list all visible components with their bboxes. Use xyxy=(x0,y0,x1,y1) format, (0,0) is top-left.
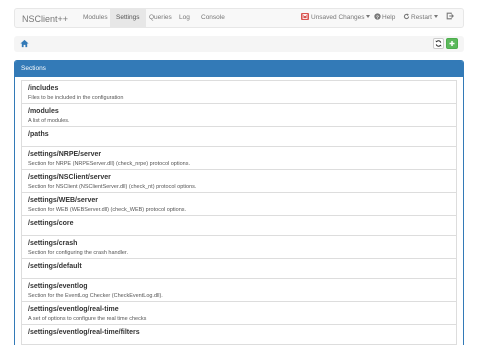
item-description: A list of modules. xyxy=(28,118,70,124)
item-title: /settings/crash xyxy=(28,240,78,247)
restart-menu[interactable]: Restart xyxy=(403,9,438,27)
item-title: /modules xyxy=(28,108,59,115)
item-description: A set of options to configure the real t… xyxy=(28,316,147,322)
list-item[interactable]: /settings/eventlog/real-time/filters xyxy=(21,324,457,345)
list-item[interactable]: /modules A list of modules. xyxy=(21,103,457,127)
home-icon[interactable] xyxy=(20,39,29,48)
item-description: Section for WEB (WEBServer.dll) (check_W… xyxy=(28,207,187,213)
add-section-button[interactable] xyxy=(446,38,458,49)
item-title: /settings/eventlog xyxy=(28,283,88,290)
brand-link[interactable]: NSClient++ xyxy=(22,14,68,24)
list-item[interactable]: /settings/eventlog Section for the Event… xyxy=(21,278,457,302)
item-title: /settings/eventlog/real-time xyxy=(28,306,119,313)
nav-modules[interactable]: Modules xyxy=(77,9,114,27)
refresh-icon xyxy=(435,40,442,47)
chevron-down-icon xyxy=(433,15,438,18)
help-icon: ? xyxy=(374,13,381,21)
refresh-button[interactable] xyxy=(433,38,444,49)
nav-log[interactable]: Log xyxy=(173,9,196,27)
item-description: Section for the EventLog Checker (CheckE… xyxy=(28,293,163,299)
logout-button[interactable] xyxy=(446,9,454,27)
item-title: /settings/NRPE/server xyxy=(28,151,102,158)
item-title: /settings/core xyxy=(28,220,74,227)
panel-title: Sections xyxy=(15,61,463,77)
unsaved-icon xyxy=(301,13,309,20)
list-item[interactable]: /settings/NSClient/server Section for NS… xyxy=(21,169,457,193)
plus-icon xyxy=(449,41,455,46)
nav-console[interactable]: Console xyxy=(195,9,231,27)
list-item[interactable]: /includes Files to be included in the co… xyxy=(21,80,457,104)
top-navbar: NSClient++ Modules Settings Queries Log … xyxy=(14,8,464,28)
svg-text:?: ? xyxy=(376,15,379,20)
refresh-icon xyxy=(403,13,410,20)
list-item[interactable]: /paths xyxy=(21,126,457,147)
item-title: /settings/default xyxy=(28,263,82,270)
logout-icon xyxy=(446,12,454,20)
item-title: /paths xyxy=(28,131,49,138)
nav-settings[interactable]: Settings xyxy=(110,9,146,27)
list-item[interactable]: /settings/default xyxy=(21,258,457,279)
list-item[interactable]: /settings/WEB/server Section for WEB (WE… xyxy=(21,192,457,216)
list-item[interactable]: /settings/core xyxy=(21,215,457,236)
breadcrumb xyxy=(14,36,464,52)
help-link[interactable]: ? Help xyxy=(374,9,395,27)
unsaved-changes-label: Unsaved Changes xyxy=(311,14,365,21)
item-title: /includes xyxy=(28,85,59,92)
chevron-down-icon xyxy=(366,15,371,18)
list-item[interactable]: /settings/crash Section for configuring … xyxy=(21,235,457,259)
sections-list: /includes Files to be included in the co… xyxy=(21,80,457,345)
help-label: Help xyxy=(382,14,396,21)
item-title: /settings/NSClient/server xyxy=(28,174,111,181)
item-title: /settings/WEB/server xyxy=(28,197,99,204)
unsaved-changes-menu[interactable]: Unsaved Changes xyxy=(301,9,371,27)
item-description: Section for NRPE (NRPEServer.dll) (check… xyxy=(28,161,191,167)
restart-label: Restart xyxy=(411,14,432,21)
sections-panel: Sections /includes Files to be included … xyxy=(14,60,464,345)
item-description: Files to be included in the configuratio… xyxy=(28,95,124,101)
item-description: Section for configuring the crash handle… xyxy=(28,250,128,256)
item-title: /settings/eventlog/real-time/filters xyxy=(28,329,140,336)
list-item[interactable]: /settings/eventlog/real-time A set of op… xyxy=(21,301,457,325)
list-item[interactable]: /settings/NRPE/server Section for NRPE (… xyxy=(21,146,457,170)
item-description: Section for NSClient (NSClientServer.dll… xyxy=(28,184,197,190)
